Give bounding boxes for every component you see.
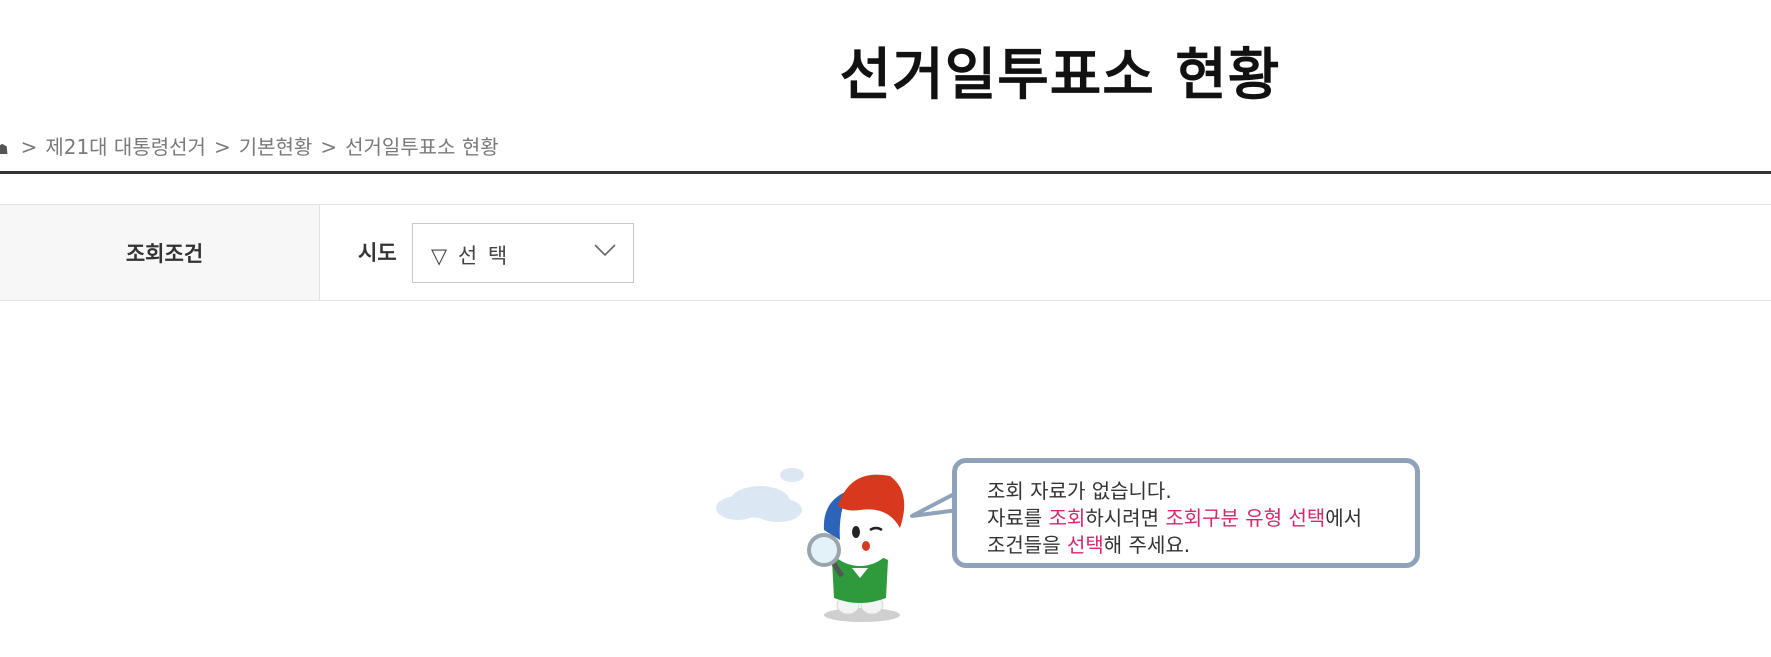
breadcrumb: ☗ > 제21대 대통령선거 > 기본현황 > 선거일투표소 현황 [0, 132, 499, 162]
mascot-illustration [716, 468, 905, 622]
highlight-text: 조회 [1048, 506, 1086, 530]
breadcrumb-item-current: 선거일투표소 현황 [345, 135, 499, 159]
sido-label: 시도 [358, 241, 397, 265]
empty-message-line1: 조회 자료가 없습니다. [987, 479, 1172, 503]
text-segment: 조건들을 [987, 533, 1067, 557]
chevron-down-icon [594, 244, 616, 257]
home-icon[interactable]: ☗ [0, 142, 9, 158]
text-segment: 해 주세요. [1103, 533, 1191, 557]
sido-select[interactable]: ▽ 선 택 [412, 223, 634, 283]
text-segment: 하시려면 [1085, 506, 1166, 530]
empty-message-line3: 조건들을 선택해 주세요. [987, 532, 1362, 559]
empty-message-line2: 자료를 조회하시려면 조회구분 유형 선택에서 [987, 505, 1362, 532]
breadcrumb-separator: > [320, 135, 338, 159]
breadcrumb-separator: > [213, 135, 231, 159]
breadcrumb-separator: > [20, 135, 38, 159]
page-title: 선거일투표소 현황 [839, 43, 1281, 108]
empty-message: 조회 자료가 없습니다. 자료를 조회하시려면 조회구분 유형 선택에서 조건들… [987, 478, 1362, 559]
text-segment: 자료를 [987, 506, 1049, 530]
breadcrumb-item-election[interactable]: 제21대 대통령선거 [45, 135, 206, 159]
highlight-text: 조회구분 유형 선택 [1165, 506, 1326, 530]
title-divider [0, 171, 1771, 174]
search-panel: 조회조건 시도 ▽ 선 택 [0, 204, 1771, 301]
speech-bubble: 조회 자료가 없습니다. 자료를 조회하시려면 조회구분 유형 선택에서 조건들… [952, 458, 1420, 568]
highlight-text: 선택 [1066, 533, 1104, 557]
breadcrumb-item-basic-status[interactable]: 기본현황 [239, 135, 313, 159]
empty-state: 조회 자료가 없습니다. 자료를 조회하시려면 조회구분 유형 선택에서 조건들… [700, 450, 1430, 630]
sido-select-value: ▽ 선 택 [431, 244, 510, 268]
text-segment: 에서 [1325, 506, 1363, 530]
search-condition-label: 조회조건 [0, 205, 320, 300]
